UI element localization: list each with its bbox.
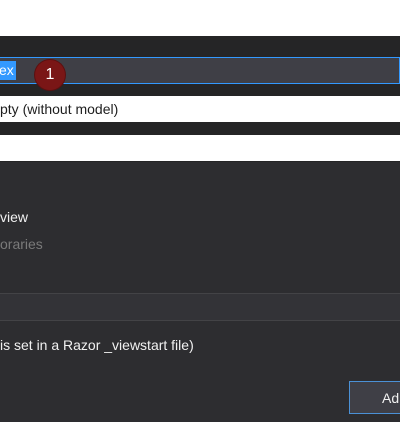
template-dropdown[interactable]: pty (without model) — [0, 96, 400, 122]
step-callout-badge: 1 — [35, 60, 65, 90]
layout-hint-text: is set in a Razor _viewstart file) — [0, 337, 194, 353]
view-name-selected-text: ex — [0, 61, 16, 80]
create-partial-view-option[interactable]: view — [0, 209, 28, 225]
dialog-top-area — [0, 0, 400, 36]
add-button[interactable]: Ad — [349, 381, 400, 414]
reference-script-libraries-option: oraries — [0, 236, 43, 252]
model-class-dropdown[interactable] — [0, 135, 400, 161]
layout-page-input[interactable] — [0, 293, 400, 321]
